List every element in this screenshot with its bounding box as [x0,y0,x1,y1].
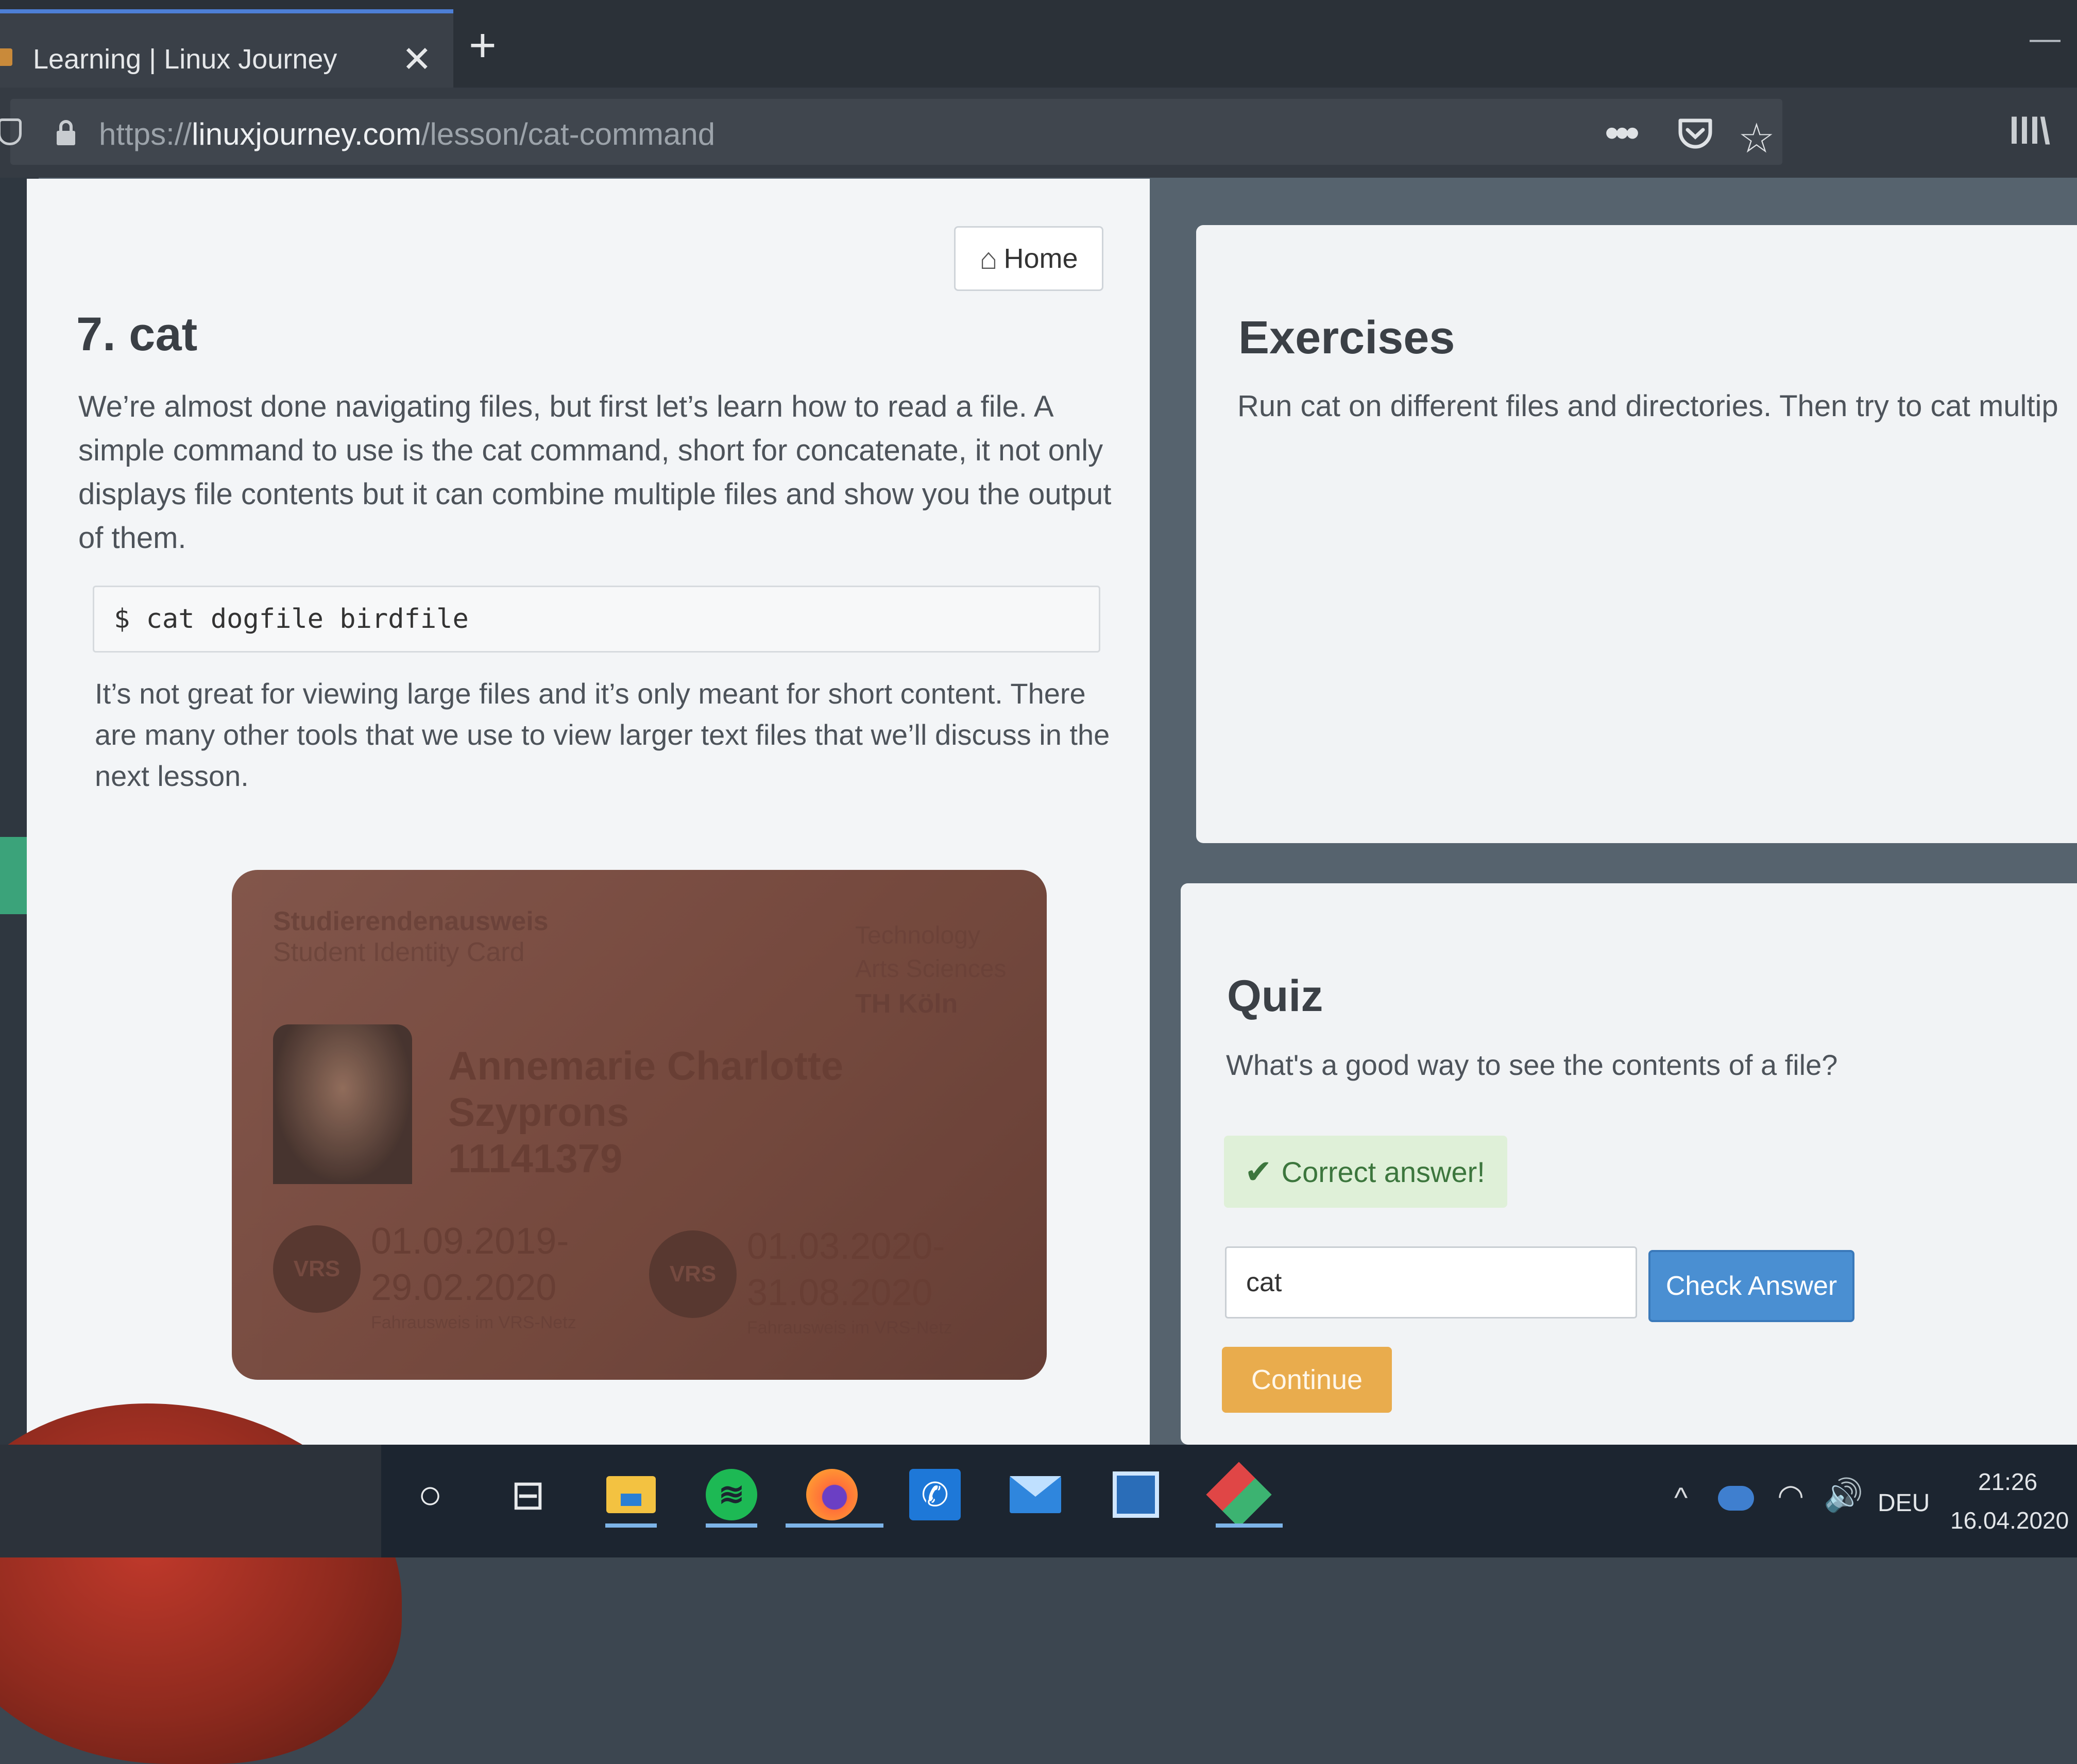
card-period-1-start: 01.09.2019- [371,1221,569,1262]
page-content: ⌂ Home 7. cat We’re almost done navigati… [0,178,2077,1764]
quiz-question: What's a good way to see the contents of… [1226,1049,1838,1081]
navigation-bar: https://linuxjourney.com/lesson/cat-comm… [0,88,2077,178]
check-answer-button[interactable]: Check Answer [1648,1250,1854,1322]
card-name-line-2: Szyprons [448,1089,629,1135]
bookmark-star-icon[interactable]: ☆ [1738,114,1775,162]
card-institution-2: Arts Sciences [855,955,1007,983]
tray-overflow-chevron-icon[interactable]: ^ [1674,1481,1688,1514]
url-bar[interactable]: https://linuxjourney.com/lesson/cat-comm… [0,99,1782,165]
lesson-title: 7. cat [76,308,198,361]
answer-input[interactable] [1225,1246,1637,1318]
pocket-icon[interactable] [1677,117,1713,150]
taskbar-start-area [0,1445,381,1557]
favicon-icon [0,48,12,66]
exercises-title: Exercises [1238,312,1455,364]
url-scheme: https:// [99,117,192,151]
spotify-icon[interactable]: ≋ [703,1466,760,1523]
card-institution-3: TH Köln [855,989,958,1019]
firefox-icon[interactable] [804,1466,860,1523]
checkmark-icon: ✔ [1245,1153,1272,1190]
card-period-2-start: 01.03.2020- [747,1226,945,1267]
whatsapp-glyph: ✆ [909,1469,961,1520]
tab-bar: Learning | Linux Journey ✕ + — [0,0,2077,88]
whatsapp-icon[interactable]: ✆ [907,1466,963,1523]
spotify-glyph: ≋ [706,1469,757,1520]
page-actions-icon[interactable]: ••• [1605,109,1640,157]
card-period-2-end: 31.08.2020 [747,1272,933,1313]
tool-app-icon[interactable] [1206,1462,1272,1528]
quiz-panel: Quiz What's a good way to see the conten… [1181,883,2077,1445]
student-id-card: Studierendenausweis Student Identity Car… [232,870,1047,1380]
taskbar: ○ ⊟ ≋ ✆ ^ ◠ 🔊 DEU 21:26 16.04.2020 [0,1445,2077,1557]
home-button[interactable]: ⌂ Home [954,226,1103,291]
card-student-id: 11141379 [448,1136,623,1181]
input-language[interactable]: DEU [1878,1489,1930,1517]
spotify-running-indicator [706,1523,757,1528]
card-seal-1: VRS [273,1225,361,1313]
clock-date[interactable]: 16.04.2020 [1950,1506,2069,1534]
task-view-icon[interactable]: ⊟ [500,1466,556,1523]
tool-app-running-indicator [1216,1523,1283,1528]
library-icon[interactable]: lll\ [2009,110,2050,152]
tab-title: Learning | Linux Journey [33,44,337,75]
close-tab-icon[interactable]: ✕ [402,38,432,80]
firefox-running-indicator [786,1523,883,1528]
file-explorer-icon[interactable] [603,1466,659,1523]
browser-tab-active[interactable]: Learning | Linux Journey ✕ [0,9,453,88]
url-host: linuxjourney.com [192,117,421,151]
tracking-shield-icon[interactable] [0,118,22,145]
correct-answer-alert: ✔ Correct answer! [1224,1136,1507,1208]
home-button-label: Home [1003,243,1078,274]
home-icon: ⌂ [979,242,998,276]
card-seal-2: VRS [649,1230,737,1318]
exercises-panel: Exercises Run cat on different files and… [1196,225,2077,843]
card-institution-1: Technology [855,922,980,949]
mail-icon[interactable] [1007,1466,1064,1523]
app-window-icon[interactable] [1108,1466,1164,1523]
correct-answer-text: Correct answer! [1281,1155,1485,1188]
card-name-line-1: Annemarie Charlotte [448,1043,844,1088]
continue-button[interactable]: Continue [1222,1347,1392,1413]
clock-time[interactable]: 21:26 [1978,1468,2037,1496]
card-label-en: Student Identity Card [273,937,525,967]
code-block: $ cat dogfile birdfile [93,586,1100,653]
search-icon[interactable]: ○ [402,1466,458,1523]
exercises-text: Run cat on different files and directori… [1237,389,2058,423]
lesson-panel: ⌂ Home 7. cat We’re almost done navigati… [27,179,1150,1446]
card-period-1-note: Fahrausweis im VRS-Netz [371,1313,576,1332]
onedrive-cloud-icon[interactable] [1718,1486,1754,1511]
minimize-window-button[interactable]: — [2030,21,2061,56]
volume-icon[interactable]: 🔊 [1824,1477,1863,1514]
card-photo [273,1024,412,1184]
card-period-2-note: Fahrausweis im VRS-Netz [747,1318,952,1338]
quiz-title: Quiz [1227,971,1323,1021]
new-tab-button[interactable]: + [469,19,497,73]
lock-icon[interactable] [54,119,78,146]
side-accent [0,837,28,914]
lesson-paragraph-1: We’re almost done navigating files, but … [78,390,1112,555]
wifi-icon[interactable]: ◠ [1777,1478,1804,1514]
url-text[interactable]: https://linuxjourney.com/lesson/cat-comm… [99,116,715,152]
url-path: /lesson/cat-command [421,117,716,151]
card-label-de: Studierendenausweis [273,906,549,936]
card-period-1-end: 29.02.2020 [371,1267,557,1308]
file-explorer-running-indicator [605,1523,657,1528]
lesson-paragraph-2: It’s not great for viewing large files a… [95,677,1110,792]
